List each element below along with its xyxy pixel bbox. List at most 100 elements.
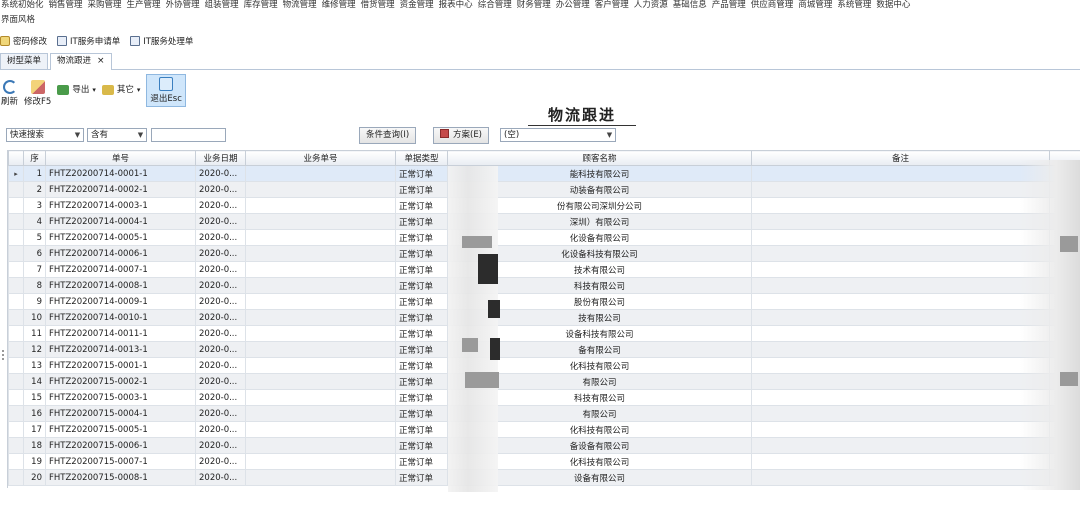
table-row[interactable]: 3 FHTZ20200714-0003-1 2020-0... 正常订单 份有限公司深圳… <box>8 197 1080 214</box>
menu-item[interactable]: 资金管理 <box>399 0 438 12</box>
cell-biz-date: 2020-0... <box>195 325 246 342</box>
cell-no: 12 <box>23 341 46 358</box>
close-icon[interactable]: × <box>97 56 105 66</box>
menu-item[interactable]: 综合管理 <box>477 0 516 12</box>
menu-item[interactable]: 产品管理 <box>711 0 750 12</box>
filter-bar: 快速搜索 ▼ 含有 ▼ 条件查询(I) 方案(E) (空) ▼ <box>6 127 1080 144</box>
table-row[interactable]: 5 FHTZ20200714-0005-1 2020-0... 正常订单 化设备有限公司 <box>8 229 1080 246</box>
privacy-mosaic <box>1020 160 1080 490</box>
quick-search-select[interactable]: 快速搜索 ▼ <box>6 128 84 142</box>
menu-item[interactable]: 销售管理 <box>48 0 87 12</box>
header-no[interactable]: 序 <box>23 150 46 166</box>
table-row[interactable]: 12 FHTZ20200714-0013-1 2020-0... 正常订单 备有限公司 <box>8 341 1080 358</box>
ui-style-menu[interactable]: 界面风格 <box>0 14 35 26</box>
cell-biz-no <box>245 293 396 310</box>
menu-item[interactable]: 采购管理 <box>87 0 126 12</box>
table-row[interactable]: 9 FHTZ20200714-0009-1 2020-0... 正常订单 股份有限公司 <box>8 293 1080 310</box>
cell-no: 15 <box>23 389 46 406</box>
search-input[interactable] <box>151 128 226 142</box>
exit-label: 退出Esc <box>150 94 182 104</box>
menu-item[interactable]: 供应商管理 <box>750 0 798 12</box>
cell-doc-type: 正常订单 <box>395 181 448 198</box>
quick-password-change[interactable]: 密码修改 <box>0 35 47 47</box>
table-row[interactable]: 7 FHTZ20200714-0007-1 2020-0... 正常订单 技术有限公司 <box>8 261 1080 278</box>
table-row[interactable]: 19 FHTZ20200715-0007-1 2020-0... 正常订单 化科技有限公… <box>8 453 1080 470</box>
cell-biz-no <box>245 261 396 278</box>
cell-no: 3 <box>23 197 46 214</box>
table-row[interactable]: 18 FHTZ20200715-0006-1 2020-0... 正常订单 备设备有限公… <box>8 437 1080 454</box>
menu-item[interactable]: 基础信息 <box>672 0 711 12</box>
menu-item[interactable]: 外协管理 <box>165 0 204 12</box>
header-biz-date[interactable]: 业务日期 <box>195 150 246 166</box>
table-row[interactable]: 14 FHTZ20200715-0002-1 2020-0... 正常订单 有限公司 <box>8 373 1080 390</box>
cell-doc-type: 正常订单 <box>395 197 448 214</box>
table-row[interactable]: 4 FHTZ20200714-0004-1 2020-0... 正常订单 深圳）有限公司 <box>8 213 1080 230</box>
row-indicator <box>8 229 24 246</box>
export-button[interactable]: 导出 ▾ <box>57 85 96 95</box>
header-doc-type[interactable]: 单据类型 <box>395 150 448 166</box>
form-icon <box>57 36 68 46</box>
table-row[interactable]: 8 FHTZ20200714-0008-1 2020-0... 正常订单 科技有限公司 <box>8 277 1080 294</box>
exit-button[interactable]: 退出Esc <box>146 74 186 107</box>
table-row[interactable]: 10 FHTZ20200714-0010-1 2020-0... 正常订单 技有限公司 <box>8 309 1080 326</box>
cell-biz-no <box>245 437 396 454</box>
table-row[interactable]: 2 FHTZ20200714-0002-1 2020-0... 正常订单 动装备有限公司 <box>8 181 1080 198</box>
table-row[interactable]: 11 FHTZ20200714-0011-1 2020-0... 正常订单 设备科技有限… <box>8 325 1080 342</box>
edit-button[interactable]: 修改F5 <box>24 80 51 107</box>
header-biz-no[interactable]: 业务单号 <box>245 150 396 166</box>
menu-item[interactable]: 借货管理 <box>360 0 399 12</box>
table-row[interactable]: 13 FHTZ20200715-0001-1 2020-0... 正常订单 化科技有限公… <box>8 357 1080 374</box>
cell-doc-no: FHTZ20200715-0005-1 <box>45 421 196 438</box>
menu-item[interactable]: 库存管理 <box>243 0 282 12</box>
cell-biz-date: 2020-0... <box>195 181 246 198</box>
menu-item[interactable]: 办公管理 <box>555 0 594 12</box>
header-note[interactable]: 备注 <box>751 150 1050 166</box>
cell-doc-no: FHTZ20200714-0009-1 <box>45 293 196 310</box>
menu-item[interactable]: 物流管理 <box>282 0 321 12</box>
cell-doc-no: FHTZ20200714-0013-1 <box>45 341 196 358</box>
cell-doc-type: 正常订单 <box>395 165 448 182</box>
header-customer[interactable]: 顾客名称 <box>447 150 752 166</box>
table-row[interactable]: 17 FHTZ20200715-0005-1 2020-0... 正常订单 化科技有限公… <box>8 421 1080 438</box>
cell-no: 2 <box>23 181 46 198</box>
menu-item[interactable]: 人力资源 <box>633 0 672 12</box>
quick-it-service-process[interactable]: IT服务处理单 <box>130 35 193 47</box>
refresh-button[interactable]: 刷新 <box>1 80 18 107</box>
cell-biz-date: 2020-0... <box>195 453 246 470</box>
cell-doc-no: FHTZ20200714-0005-1 <box>45 229 196 246</box>
menu-item[interactable]: 客户管理 <box>594 0 633 12</box>
table-row[interactable]: 16 FHTZ20200715-0004-1 2020-0... 正常订单 有限公司 <box>8 405 1080 422</box>
menu-item[interactable]: 生产管理 <box>126 0 165 12</box>
menu-item[interactable]: 商城管理 <box>797 0 836 12</box>
match-scope-select[interactable]: 含有 ▼ <box>87 128 147 142</box>
cell-note <box>751 213 1050 230</box>
splitter-handle[interactable] <box>2 350 4 360</box>
cell-no: 19 <box>23 453 46 470</box>
menu-item[interactable]: 报表中心 <box>438 0 477 12</box>
table-row[interactable]: ▸ 1 FHTZ20200714-0001-1 2020-0... 正常订单 能科技有限公… <box>8 165 1080 182</box>
other-button[interactable]: 其它 ▾ <box>101 85 140 95</box>
row-indicator <box>8 325 24 342</box>
menu-item[interactable]: 财务管理 <box>516 0 555 12</box>
header-doc-no[interactable]: 单号 <box>45 150 196 166</box>
menu-item[interactable]: 维修管理 <box>321 0 360 12</box>
plan-select[interactable]: (空) ▼ <box>500 128 616 142</box>
condition-query-button[interactable]: 条件查询(I) <box>359 127 417 144</box>
cell-biz-date: 2020-0... <box>195 437 246 454</box>
tab-logistics-follow[interactable]: 物流跟进 × <box>50 53 112 70</box>
menu-item[interactable]: 数据中心 <box>875 0 914 12</box>
table-row[interactable]: 15 FHTZ20200715-0003-1 2020-0... 正常订单 科技有限公司 <box>8 389 1080 406</box>
chevron-down-icon: ▼ <box>74 131 81 139</box>
table-row[interactable]: 6 FHTZ20200714-0006-1 2020-0... 正常订单 化设备科技有限… <box>8 245 1080 262</box>
quick-it-service-request[interactable]: IT服务申请单 <box>57 35 120 47</box>
cell-biz-no <box>245 357 396 374</box>
table-row[interactable]: 20 FHTZ20200715-0008-1 2020-0... 正常订单 设备有限公司 <box>8 469 1080 486</box>
menu-item[interactable]: 系统初始化 <box>0 0 48 12</box>
row-indicator <box>8 197 24 214</box>
cell-doc-no: FHTZ20200714-0004-1 <box>45 213 196 230</box>
row-indicator <box>8 261 24 278</box>
menu-item[interactable]: 组装管理 <box>204 0 243 12</box>
menu-item[interactable]: 系统管理 <box>836 0 875 12</box>
tab-tree-menu[interactable]: 树型菜单 <box>0 53 49 69</box>
plan-button[interactable]: 方案(E) <box>433 127 490 144</box>
